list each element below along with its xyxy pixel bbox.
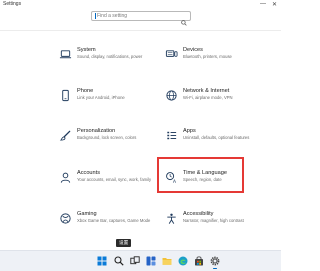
category-personalization[interactable]: Personalization Background, lock screen,… <box>59 128 159 150</box>
brush-icon <box>59 129 72 142</box>
window-controls: — ✕ <box>260 1 277 8</box>
settings-icon[interactable] <box>210 256 220 266</box>
category-devices[interactable]: Devices Bluetooth, printers, mouse <box>165 47 265 69</box>
store-icon[interactable] <box>194 256 204 266</box>
category-description: Bluetooth, printers, mouse <box>183 54 232 59</box>
active-app-indicator <box>213 268 217 269</box>
category-description: Your accounts, email, sync, work, family <box>77 177 152 182</box>
category-title: Phone <box>77 88 94 94</box>
category-accounts[interactable]: Accounts Your accounts, email, sync, wor… <box>59 170 159 192</box>
category-title: Accessibility <box>183 211 214 217</box>
edge-icon[interactable] <box>178 256 188 266</box>
search-icon[interactable] <box>181 13 187 26</box>
category-system[interactable]: System Sound, display, notifications, po… <box>59 47 159 69</box>
category-gaming[interactable]: Gaming Xbox Game Bar, captures, Game Mod… <box>59 211 159 233</box>
person-icon <box>59 171 72 184</box>
category-title: Apps <box>183 128 196 134</box>
category-description: Wi-Fi, airplane mode, VPN <box>183 95 233 100</box>
start-icon[interactable] <box>97 256 107 266</box>
category-apps[interactable]: Apps Uninstall, defaults, optional featu… <box>165 128 265 150</box>
highlight-box <box>157 157 244 193</box>
category-title: System <box>77 47 96 53</box>
text-caret <box>95 13 96 19</box>
task-view-icon[interactable] <box>130 256 140 266</box>
category-description: Link your Android, iPhone <box>77 95 125 100</box>
accessibility-icon <box>165 212 178 225</box>
phone-icon <box>59 89 72 102</box>
widgets-icon[interactable] <box>146 256 156 266</box>
category-title: Gaming <box>77 211 97 217</box>
window-title: Settings <box>3 1 22 7</box>
taskbar <box>0 250 281 271</box>
search-icon[interactable] <box>114 256 124 266</box>
search-placeholder: Find a setting <box>97 13 128 19</box>
category-description: Sound, display, notifications, power <box>77 54 143 59</box>
category-network-internet[interactable]: Network & Internet Wi-Fi, airplane mode,… <box>165 88 265 110</box>
title-bar: Settings — ✕ <box>0 0 281 10</box>
close-button[interactable]: ✕ <box>272 1 277 8</box>
xbox-icon <box>59 212 72 225</box>
category-description: Background, lock screen, colors <box>77 135 137 140</box>
settings-window: Settings — ✕ Find a setting System Sound… <box>0 0 281 250</box>
minimize-button[interactable]: — <box>260 1 266 8</box>
category-phone[interactable]: Phone Link your Android, iPhone <box>59 88 159 110</box>
keyboard-icon <box>165 48 178 61</box>
category-description: Narrator, magnifier, high contrast <box>183 218 244 223</box>
file-explorer-icon[interactable] <box>162 256 172 266</box>
category-description: Xbox Game Bar, captures, Game Mode <box>77 218 151 223</box>
category-title: Devices <box>183 47 203 53</box>
apps-icon <box>165 129 178 142</box>
category-title: Personalization <box>77 128 116 134</box>
laptop-icon <box>59 48 72 61</box>
category-title: Network & Internet <box>183 88 230 94</box>
category-title: Accounts <box>77 170 101 176</box>
header-divider <box>0 30 281 31</box>
taskbar-tooltip: 设置 <box>116 239 132 247</box>
globe-icon <box>165 89 178 102</box>
search-input[interactable]: Find a setting <box>91 11 191 26</box>
category-accessibility[interactable]: Accessibility Narrator, magnifier, high … <box>165 211 265 233</box>
category-description: Uninstall, defaults, optional features <box>183 135 250 140</box>
